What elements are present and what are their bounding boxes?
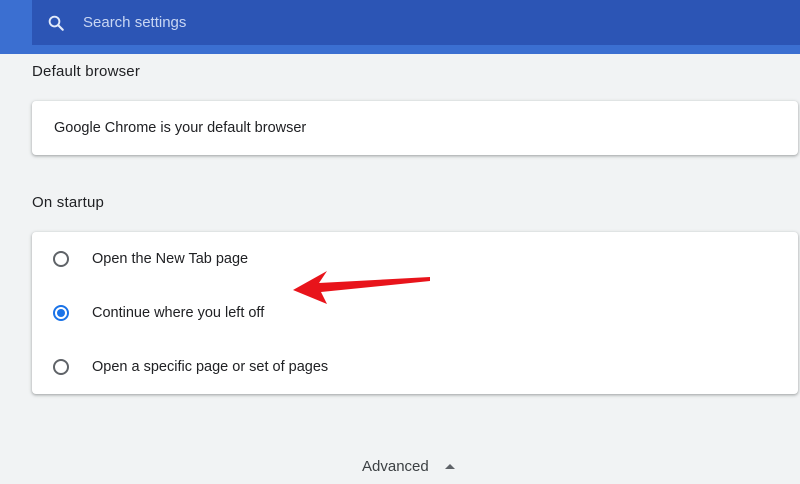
option-label: Continue where you left off: [92, 305, 265, 321]
option-label: Open the New Tab page: [92, 251, 249, 267]
section-title-on-startup: On startup: [32, 194, 105, 211]
radio-button[interactable]: [53, 359, 69, 375]
radio-button[interactable]: [53, 251, 69, 267]
search-input[interactable]: Search settings: [83, 14, 186, 31]
startup-option-continue[interactable]: Continue where you left off: [32, 286, 798, 340]
section-title-default-browser: Default browser: [32, 63, 141, 80]
search-icon[interactable]: [46, 13, 66, 33]
default-browser-card: Google Chrome is your default browser: [32, 101, 798, 155]
startup-option-specific-pages[interactable]: Open a specific page or set of pages: [32, 340, 798, 394]
search-bar[interactable]: Search settings: [32, 0, 800, 45]
arrow-up-icon: [444, 464, 455, 469]
advanced-label: Advanced: [362, 458, 429, 475]
option-label: Open a specific page or set of pages: [92, 359, 329, 375]
header-bar: Search settings: [0, 0, 800, 54]
radio-button-selected[interactable]: [53, 305, 69, 321]
startup-option-new-tab[interactable]: Open the New Tab page: [32, 232, 798, 286]
on-startup-card: Open the New Tab page Continue where you…: [32, 232, 798, 394]
default-browser-status: Google Chrome is your default browser: [54, 120, 307, 136]
advanced-toggle[interactable]: Advanced: [362, 458, 455, 475]
